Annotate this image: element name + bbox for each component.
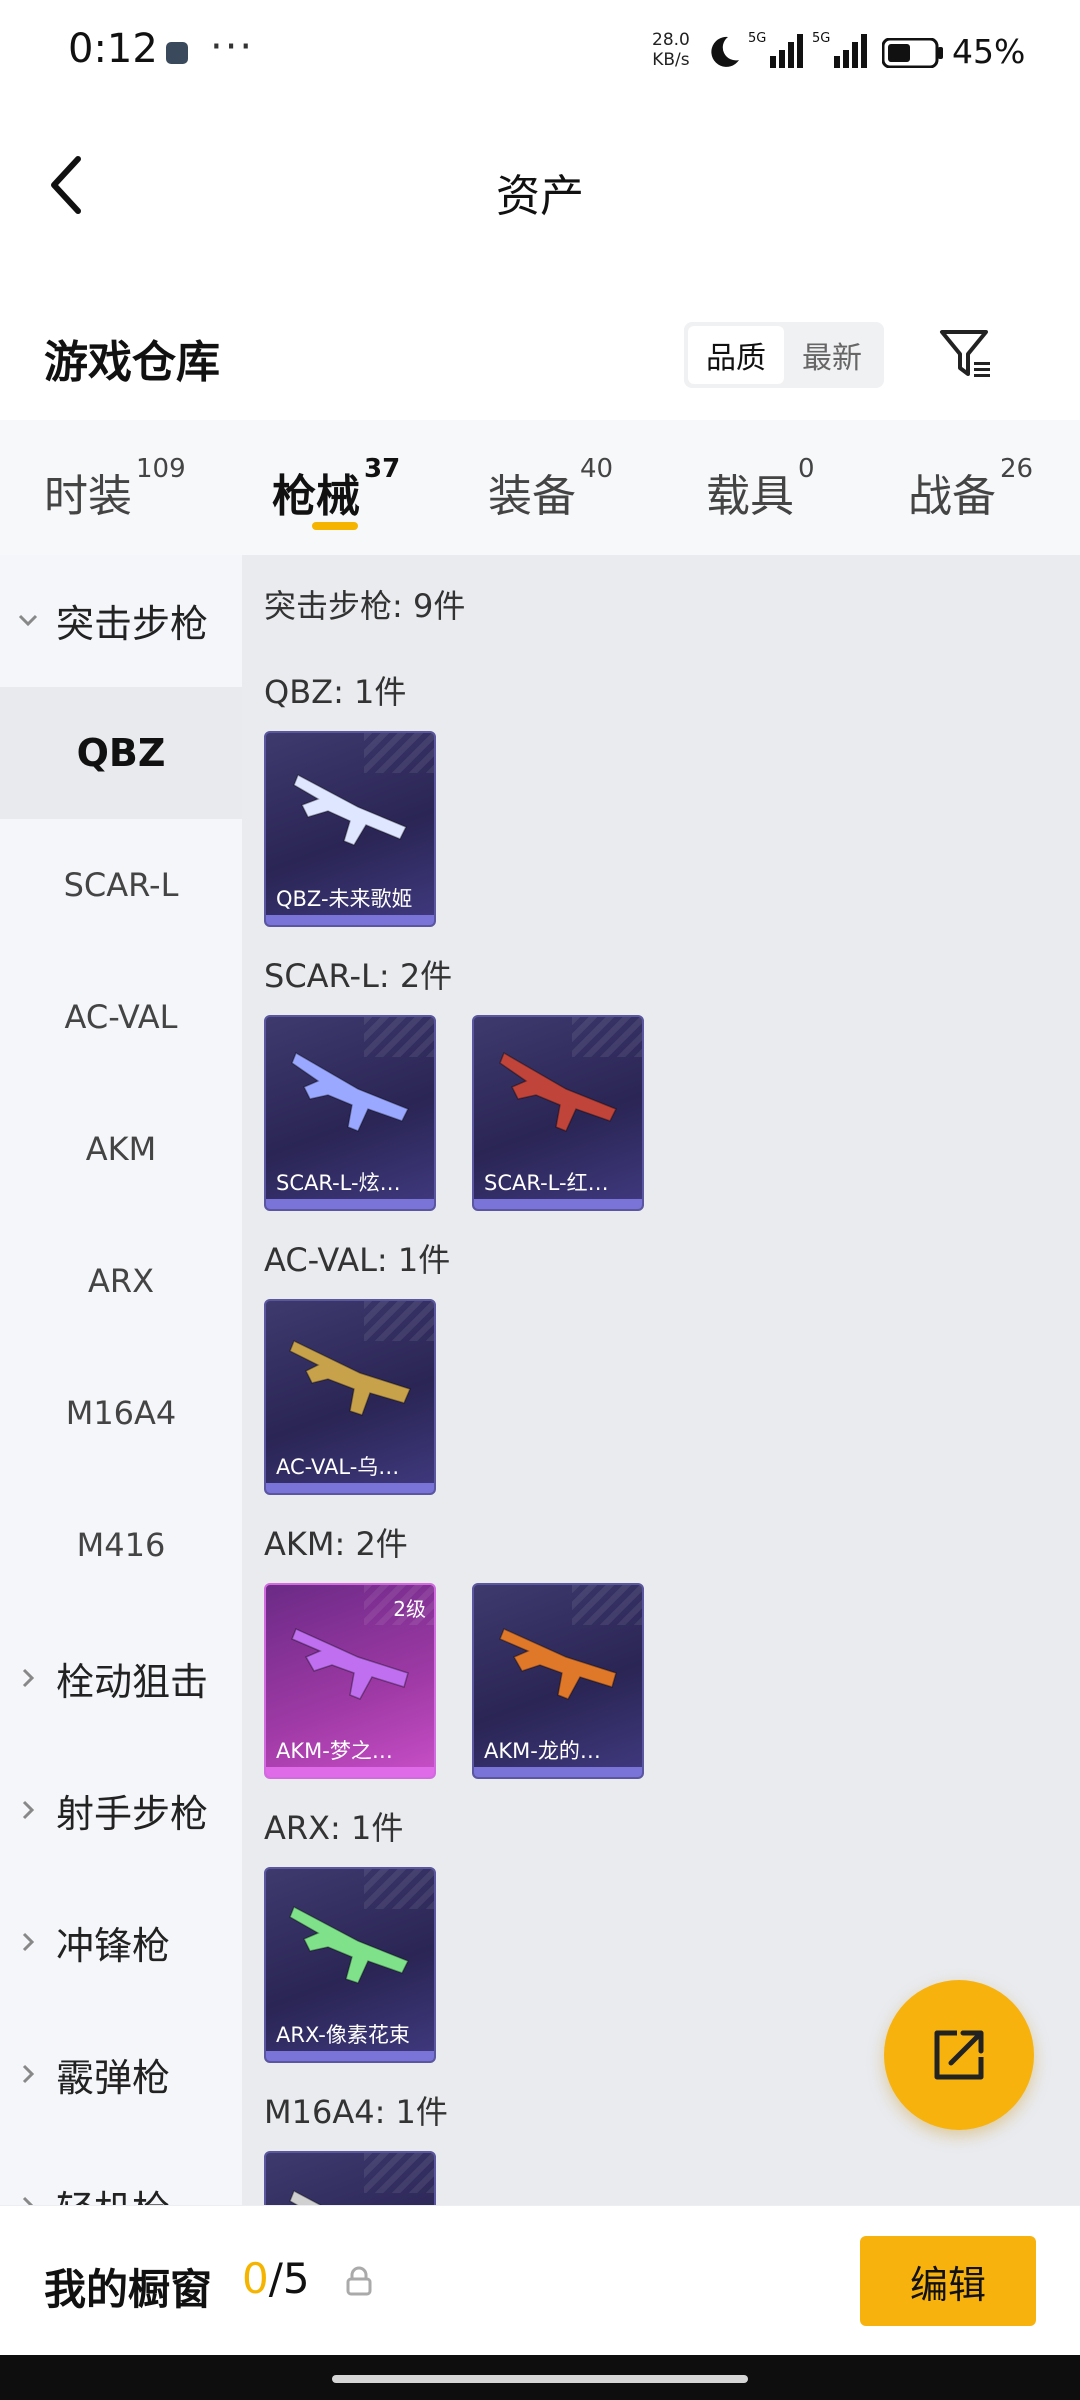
category-total: 突击步枪: 9件 <box>264 587 466 625</box>
status-time: 0:12 <box>68 26 158 72</box>
weapon-card[interactable]: AC-VAL-乌… <box>264 1299 436 1495</box>
svg-text:5G: 5G <box>812 31 830 46</box>
rarity-bar <box>266 1767 434 1777</box>
gesture-bar <box>0 2355 1080 2400</box>
weapon-card[interactable]: SCAR-L-炫… <box>264 1015 436 1211</box>
rarity-bar <box>474 1767 642 1777</box>
sidebar-group-assault-rifles[interactable]: 突击步枪 <box>0 555 242 685</box>
chevron-right-icon <box>22 2196 34 2205</box>
app-notification-icon <box>166 42 188 64</box>
weapon-card[interactable]: QBZ-未来歌姬 <box>264 731 436 927</box>
do-not-disturb-moon-icon <box>711 36 739 67</box>
sidebar-group-marksman[interactable]: 射手步枪 <box>0 1745 242 1875</box>
weapon-card[interactable]: AKM-龙的… <box>472 1583 644 1779</box>
tab-firearms[interactable]: 枪械37 <box>272 454 400 524</box>
section-title: 游戏仓库 <box>44 337 220 388</box>
rifle-skin-icon <box>293 773 408 846</box>
sort-toggle: 品质 最新 <box>684 322 884 388</box>
sidebar-item-m416[interactable]: M416 <box>0 1479 242 1611</box>
chevron-right-icon <box>22 1800 35 1820</box>
page-title: 资产 <box>496 171 584 222</box>
weapon-grid: 突击步枪: 9件 QBZ: 1件 QBZ-未来歌姬 SCAR-L: 2件 SCA… <box>242 555 1080 2205</box>
rarity-bar <box>266 915 434 925</box>
rifle-skin-icon <box>289 2189 322 2205</box>
tab-vehicles[interactable]: 载具0 <box>706 454 815 524</box>
showcase-count: 0/5 <box>242 2254 310 2303</box>
sidebar-group-shotgun[interactable]: 霰弹枪 <box>0 2009 242 2139</box>
share-external-icon <box>934 2030 984 2080</box>
sidebar-item-qbz[interactable]: QBZ <box>0 687 242 819</box>
group-label-ac-val: AC-VAL: 1件 <box>264 1241 451 1279</box>
edit-button[interactable]: 编辑 <box>860 2236 1036 2326</box>
sidebar-item-arx[interactable]: ARX <box>0 1215 242 1347</box>
chevron-right-icon <box>22 1932 35 1952</box>
rifle-skin-icon <box>499 1051 618 1132</box>
sidebar-item-scar-l[interactable]: SCAR-L <box>0 819 242 951</box>
weapon-type-sidebar: 突击步枪 QBZ SCAR-L AC-VAL AKM ARX M16A4 M41… <box>0 555 242 2205</box>
more-notifications-icon: ··· <box>210 24 255 70</box>
chevron-down-icon <box>18 614 38 627</box>
rifle-skin-icon <box>499 1627 617 1700</box>
sort-option-latest[interactable]: 最新 <box>784 326 880 384</box>
sidebar-item-ac-val[interactable]: AC-VAL <box>0 951 242 1083</box>
rifle-skin-icon <box>289 1339 412 1416</box>
weapon-name: AC-VAL-乌… <box>276 1455 400 1479</box>
sort-option-quality[interactable]: 品质 <box>688 326 784 384</box>
rifle-skin-icon <box>291 1627 409 1700</box>
net-speed: 28.0 KB/s <box>652 30 690 70</box>
sidebar-group-bolt-action[interactable]: 栓动狙击 <box>0 1613 242 1743</box>
status-bar: 0:12 ··· 28.0 KB/s 5G 5G 45% <box>0 0 1080 110</box>
rarity-bar <box>266 1483 434 1493</box>
rarity-bar <box>474 1199 642 1209</box>
rifle-skin-icon <box>291 1051 410 1132</box>
chevron-right-icon <box>22 1668 35 1688</box>
tab-equipment[interactable]: 装备40 <box>488 454 613 524</box>
tab-costume[interactable]: 时装109 <box>44 454 186 524</box>
rarity-bar <box>266 2051 434 2061</box>
weapon-name: AKM-龙的… <box>484 1739 601 1763</box>
signal-5g-icon-2: 5G <box>812 30 868 74</box>
sidebar-item-akm[interactable]: AKM <box>0 1083 242 1215</box>
weapon-card[interactable]: 2级 AKM-梦之… <box>264 1583 436 1779</box>
filter-icon <box>940 330 990 377</box>
active-tab-indicator <box>312 522 358 530</box>
weapon-card[interactable]: SCAR-L-红… <box>472 1015 644 1211</box>
group-label-akm: AKM: 2件 <box>264 1525 408 1563</box>
weapon-name: SCAR-L-红… <box>484 1171 609 1195</box>
lock-icon <box>346 2266 372 2296</box>
group-label-scar-l: SCAR-L: 2件 <box>264 957 453 995</box>
tab-combat-prep[interactable]: 战备26 <box>908 454 1033 524</box>
weapon-card[interactable]: ARX-像素花束 <box>264 1867 436 2063</box>
sidebar-item-m16a4[interactable]: M16A4 <box>0 1347 242 1479</box>
battery-percent: 45% <box>952 32 1026 71</box>
home-indicator <box>332 2375 748 2383</box>
showcase-label: 我的橱窗 <box>44 2265 213 2314</box>
chevron-right-icon <box>22 2064 35 2084</box>
weapon-name: AKM-梦之… <box>276 1739 393 1763</box>
weapon-name: ARX-像素花束 <box>276 2023 410 2047</box>
group-label-arx: ARX: 1件 <box>264 1809 404 1847</box>
group-label-m16a4: M16A4: 1件 <box>264 2093 448 2131</box>
share-button[interactable] <box>884 1980 1034 2130</box>
weapon-card[interactable] <box>264 2151 436 2205</box>
svg-text:5G: 5G <box>748 31 766 46</box>
weapon-name: QBZ-未来歌姬 <box>276 887 413 911</box>
weapon-name: SCAR-L-炫… <box>276 1171 401 1195</box>
battery-icon <box>882 38 943 68</box>
category-tabs: 时装109 枪械37 装备40 载具0 战备26 <box>0 420 1080 555</box>
signal-5g-icon-1: 5G <box>748 30 804 74</box>
sidebar-group-lmg[interactable]: 轻机枪 <box>0 2141 242 2205</box>
rarity-bar <box>266 1199 434 1209</box>
sidebar-group-smg[interactable]: 冲锋枪 <box>0 1877 242 2007</box>
filter-button[interactable] <box>934 322 998 386</box>
rifle-skin-icon <box>289 1905 410 1984</box>
showcase-bar: 我的橱窗 0/5 编辑 <box>0 2205 1080 2355</box>
group-label-qbz: QBZ: 1件 <box>264 673 407 711</box>
